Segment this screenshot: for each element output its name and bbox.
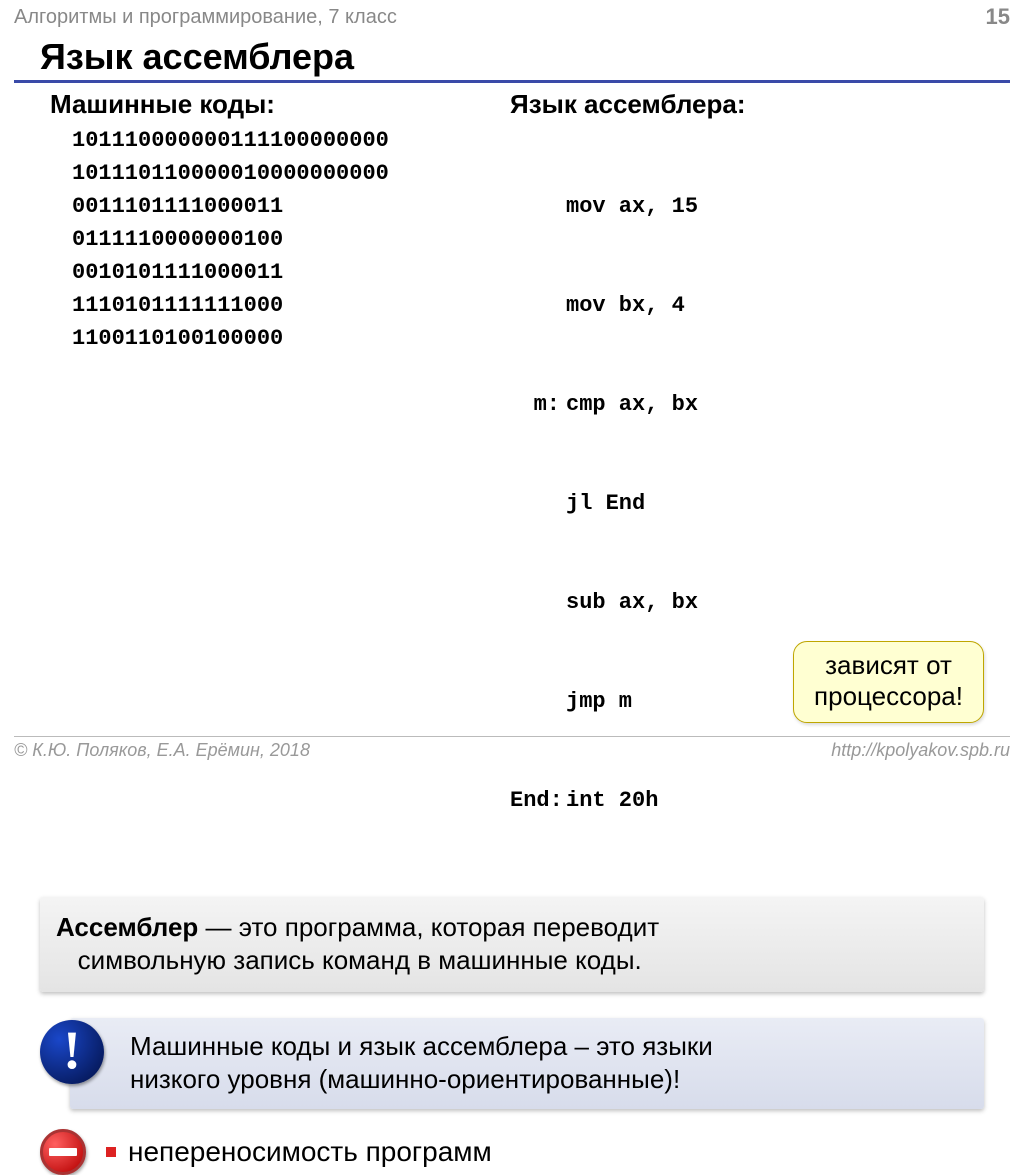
exclamation-icon: !	[40, 1020, 104, 1084]
asm-line: End:int 20h	[510, 784, 1024, 817]
note-line1: Машинные коды и язык ассемблера – это яз…	[130, 1031, 713, 1061]
asm-line: mov ax, 15	[510, 190, 1024, 223]
asm-label: m:	[510, 388, 566, 421]
note-row: ! Машинные коды и язык ассемблера – это …	[40, 1018, 984, 1109]
asm-line: m:cmp ax, bx	[510, 388, 1024, 421]
code-line: 0011101111000011	[72, 194, 283, 219]
page-number: 15	[986, 4, 1010, 30]
callout-bubble: зависят от процессора!	[793, 641, 984, 723]
asm-instr: jmp m	[566, 685, 632, 718]
asm-line: mov bx, 4	[510, 289, 1024, 322]
callout-line1: зависят от	[825, 650, 952, 680]
code-line: 101110000000111100000000	[72, 128, 389, 153]
footer: © К.Ю. Поляков, Е.А. Ерёмин, 2018 http:/…	[0, 736, 1024, 767]
callout-line2: процессора!	[814, 681, 963, 711]
header-bar: Алгоритмы и программирование, 7 класс 15	[0, 0, 1024, 32]
footer-url: http://kpolyakov.spb.ru	[831, 740, 1010, 761]
code-line: 0111110000000100	[72, 227, 283, 252]
code-line: 0010101111000011	[72, 260, 283, 285]
asm-instr: sub ax, bx	[566, 586, 698, 619]
footer-copyright: © К.Ю. Поляков, Е.А. Ерёмин, 2018	[14, 740, 310, 761]
code-line: 1100110100100000	[72, 326, 283, 351]
assembly-heading: Язык ассемблера:	[510, 89, 1024, 120]
bottom-text: непереносимость программ	[128, 1136, 492, 1168]
note-line2: низкого уровня (машинно-ориентированные)…	[130, 1064, 680, 1094]
assembly-block: mov ax, 15 mov bx, 4 m:cmp ax, bx jl End…	[510, 124, 1024, 883]
asm-label	[510, 190, 566, 223]
title-underline	[14, 80, 1010, 83]
asm-line: sub ax, bx	[510, 586, 1024, 619]
asm-instr: int 20h	[566, 784, 658, 817]
code-line: 101110110000010000000000	[72, 161, 389, 186]
asm-label	[510, 487, 566, 520]
bottom-row: непереносимость программ	[40, 1129, 984, 1175]
bullet-square-icon	[106, 1147, 116, 1157]
definition-box: Ассемблер — это программа, которая перев…	[40, 897, 984, 992]
definition-dash: —	[198, 912, 238, 942]
no-entry-icon	[40, 1129, 86, 1175]
asm-instr: jl End	[566, 487, 645, 520]
breadcrumb: Алгоритмы и программирование, 7 класс	[14, 6, 397, 29]
machine-code-block: 101110000000111100000000 101110110000010…	[50, 124, 510, 355]
asm-label	[510, 586, 566, 619]
asm-label	[510, 289, 566, 322]
machine-code-heading: Машинные коды:	[50, 89, 510, 120]
no-entry-bar	[49, 1148, 77, 1156]
page-title: Язык ассемблера	[0, 32, 1024, 80]
definition-line1: это программа, которая переводит	[239, 912, 659, 942]
note-box: Машинные коды и язык ассемблера – это яз…	[70, 1018, 984, 1109]
asm-line: jl End	[510, 487, 1024, 520]
asm-instr: mov ax, 15	[566, 190, 698, 223]
exclamation-mark: !	[63, 1023, 81, 1077]
definition-term: Ассемблер	[56, 912, 198, 942]
asm-label	[510, 685, 566, 718]
asm-instr: cmp ax, bx	[566, 388, 698, 421]
code-line: 1110101111111000	[72, 293, 283, 318]
definition-line2: символьную запись команд в машинные коды…	[78, 945, 642, 975]
asm-instr: mov bx, 4	[566, 289, 685, 322]
asm-label: End:	[510, 784, 566, 817]
